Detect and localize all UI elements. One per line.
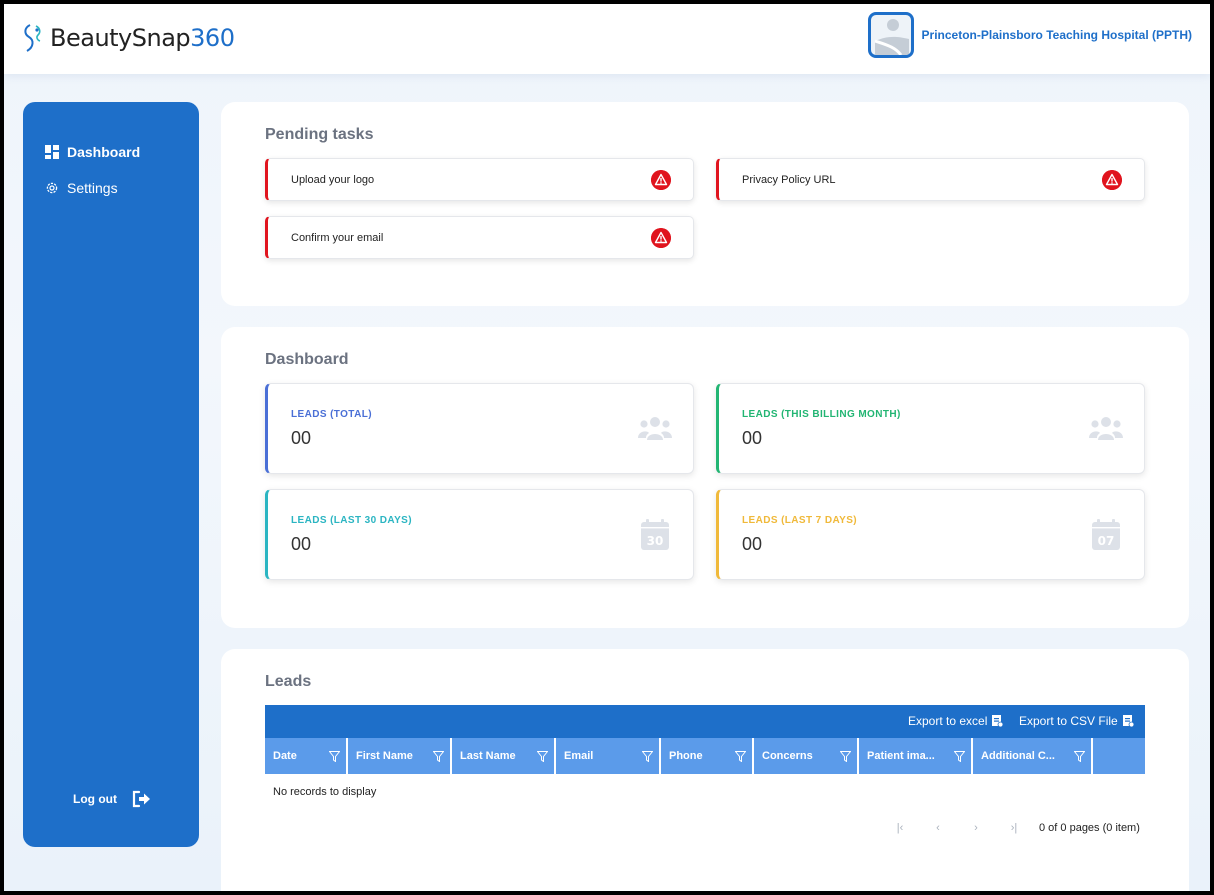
next-page-button[interactable]: ›: [957, 822, 995, 834]
users-icon: [1089, 417, 1123, 440]
stat-label: LEADS (LAST 7 DAYS): [742, 515, 858, 526]
warning-icon: [651, 170, 671, 190]
leads-title: Leads: [265, 673, 312, 690]
filter-icon[interactable]: [642, 751, 653, 762]
task-label: Upload your logo: [291, 174, 375, 186]
export-csv-button[interactable]: Export to CSV File: [1019, 714, 1134, 728]
column-header-phone[interactable]: Phone: [661, 738, 754, 774]
pending-tasks-card: Pending tasks Upload your logo Privacy P…: [221, 102, 1189, 306]
task-label: Confirm your email: [291, 232, 384, 244]
filter-icon[interactable]: [329, 751, 340, 762]
person-placeholder-icon: [874, 19, 909, 55]
stat-leads-total: LEADS (TOTAL) 00: [265, 383, 694, 474]
dashboard-icon: [45, 145, 59, 159]
stat-label: LEADS (THIS BILLING MONTH): [742, 409, 901, 420]
organization-name: Princeton-Plainsboro Teaching Hospital (…: [921, 28, 1192, 42]
sidebar-item-label: Dashboard: [67, 144, 141, 160]
leads-card: Leads Export to excel Export to CSV File: [221, 649, 1189, 891]
column-header-date[interactable]: Date: [265, 738, 348, 774]
leads-table-toolbar: Export to excel Export to CSV File: [265, 705, 1145, 738]
sidebar-item-label: Settings: [67, 180, 118, 196]
top-bar: BeautySnap360 Princeton-Plainsboro Teach…: [4, 4, 1210, 74]
stat-value: 00: [291, 428, 312, 448]
stat-value: 00: [291, 534, 312, 554]
export-file-icon: [992, 715, 1004, 727]
filter-icon[interactable]: [735, 751, 746, 762]
task-upload-logo[interactable]: Upload your logo: [265, 158, 694, 201]
column-header-additional[interactable]: Additional C...: [973, 738, 1093, 774]
export-excel-label: Export to excel: [908, 714, 988, 728]
task-privacy-policy[interactable]: Privacy Policy URL: [716, 158, 1145, 201]
column-header-first-name[interactable]: First Name: [348, 738, 452, 774]
brand-name: BeautySnap360: [50, 24, 235, 52]
column-header-patient-images[interactable]: Patient ima...: [859, 738, 973, 774]
column-header-last-name[interactable]: Last Name: [452, 738, 556, 774]
stat-leads-billing-month: LEADS (THIS BILLING MONTH) 00: [716, 383, 1145, 474]
warning-icon: [1102, 170, 1122, 190]
calendar-icon: 30: [641, 519, 669, 550]
filter-icon[interactable]: [1074, 751, 1085, 762]
export-csv-label: Export to CSV File: [1019, 714, 1118, 728]
prev-page-button[interactable]: ‹: [919, 822, 957, 834]
svg-text:30: 30: [647, 534, 664, 548]
filter-icon[interactable]: [433, 751, 444, 762]
stat-label: LEADS (LAST 30 DAYS): [291, 515, 412, 526]
column-header-concerns[interactable]: Concerns: [754, 738, 859, 774]
logout-icon: [132, 790, 150, 808]
dashboard-title: Dashboard: [265, 351, 349, 368]
brand-logo[interactable]: BeautySnap360: [22, 22, 235, 54]
empty-table-message: No records to display: [273, 786, 377, 798]
sidebar-item-dashboard[interactable]: Dashboard: [45, 144, 140, 160]
filter-icon[interactable]: [954, 751, 965, 762]
column-header-email[interactable]: Email: [556, 738, 661, 774]
pager-info: 0 of 0 pages (0 item): [1039, 822, 1140, 834]
filter-icon[interactable]: [840, 751, 851, 762]
last-page-button[interactable]: ›|: [995, 822, 1033, 834]
export-excel-button[interactable]: Export to excel: [908, 714, 1004, 728]
stat-label: LEADS (TOTAL): [291, 409, 372, 420]
warning-icon: [651, 228, 671, 248]
task-label: Privacy Policy URL: [742, 174, 836, 186]
export-file-icon: [1122, 715, 1134, 727]
stat-leads-7-days: LEADS (LAST 7 DAYS) 00 07: [716, 489, 1145, 580]
sidebar: Dashboard Settings Log out: [23, 102, 199, 847]
stat-value: 00: [742, 428, 763, 448]
logout-label: Log out: [73, 792, 117, 806]
gear-icon: [46, 182, 58, 194]
users-icon: [638, 417, 672, 440]
stat-value: 00: [742, 534, 763, 554]
stat-leads-30-days: LEADS (LAST 30 DAYS) 00 30: [265, 489, 694, 580]
svg-text:07: 07: [1098, 534, 1115, 548]
calendar-icon: 07: [1092, 519, 1120, 550]
sidebar-item-settings[interactable]: Settings: [45, 180, 118, 196]
column-header-spacer: [1093, 738, 1145, 774]
organization-profile[interactable]: Princeton-Plainsboro Teaching Hospital (…: [867, 12, 1192, 58]
brand-logo-icon: [24, 24, 41, 52]
app-window: BeautySnap360 Princeton-Plainsboro Teach…: [4, 4, 1210, 891]
organization-avatar: [867, 12, 914, 58]
pending-tasks-title: Pending tasks: [265, 126, 374, 143]
first-page-button[interactable]: |‹: [881, 822, 919, 834]
dashboard-card: Dashboard LEADS (TOTAL) 00 LEADS (THIS B…: [221, 327, 1189, 628]
task-confirm-email[interactable]: Confirm your email: [265, 216, 694, 259]
logout-button[interactable]: Log out: [73, 790, 151, 808]
table-pager: |‹ ‹ › ›| 0 of 0 pages (0 item): [881, 822, 1140, 834]
filter-icon[interactable]: [537, 751, 548, 762]
leads-table-header: Date First Name Last Name Email Phone Co…: [265, 738, 1145, 774]
